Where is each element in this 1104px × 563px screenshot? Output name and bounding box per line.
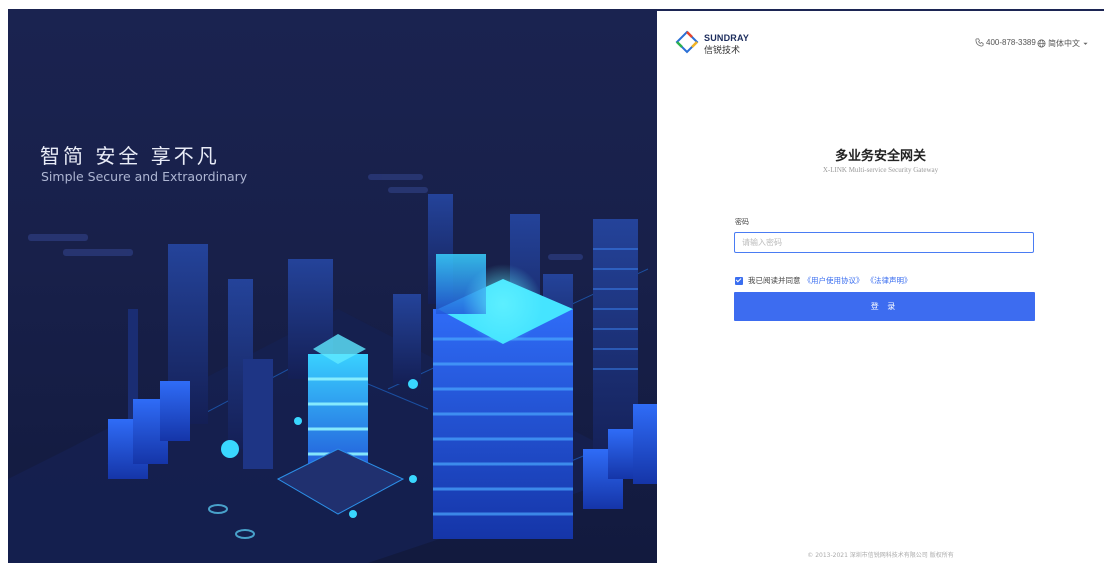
password-input[interactable] xyxy=(734,232,1034,253)
login-title: 多业务安全网关 xyxy=(834,149,926,164)
agreement-row: 我已阅读并同意 《用户使用协议》 《法律声明》 xyxy=(735,275,912,286)
login-subtitle: X-LINK Multi-service Security Gateway xyxy=(822,166,939,174)
login-panel: SUNDRAY 信锐技术 400-878-3389 简体中文 多业务安全网关 X… xyxy=(657,11,1104,563)
globe-icon xyxy=(1037,39,1046,48)
hero-illustration-panel: 智简 安全 享不凡 Simple Secure and Extraordinar… xyxy=(8,9,657,563)
agreement-checkbox[interactable] xyxy=(735,276,743,285)
sundray-logo-icon xyxy=(675,30,699,54)
slogan-chinese: 智简 安全 享不凡 xyxy=(40,144,220,168)
language-selector[interactable]: 简体中文 xyxy=(1037,38,1089,49)
legal-statement-link[interactable]: 《法律声明》 xyxy=(867,275,912,286)
phone-number: 400-878-3389 xyxy=(986,38,1036,47)
login-button[interactable]: 登 录 xyxy=(734,292,1035,321)
password-label: 密码 xyxy=(735,218,749,226)
slogan-english: Simple Secure and Extraordinary xyxy=(41,169,248,184)
language-label: 简体中文 xyxy=(1048,39,1080,48)
brand-name-chinese: 信锐技术 xyxy=(704,46,741,56)
phone-icon xyxy=(975,38,984,47)
support-phone: 400-878-3389 xyxy=(975,38,1036,47)
copyright-footer: © 2013-2021 深圳市信锐网科技术有限公司 版权所有 xyxy=(807,552,954,559)
chevron-down-icon xyxy=(1083,42,1088,45)
city-illustration xyxy=(8,174,657,563)
brand-name-english: SUNDRAY xyxy=(704,33,750,43)
user-agreement-link[interactable]: 《用户使用协议》 xyxy=(804,275,864,286)
agreement-text: 我已阅读并同意 xyxy=(748,276,801,285)
